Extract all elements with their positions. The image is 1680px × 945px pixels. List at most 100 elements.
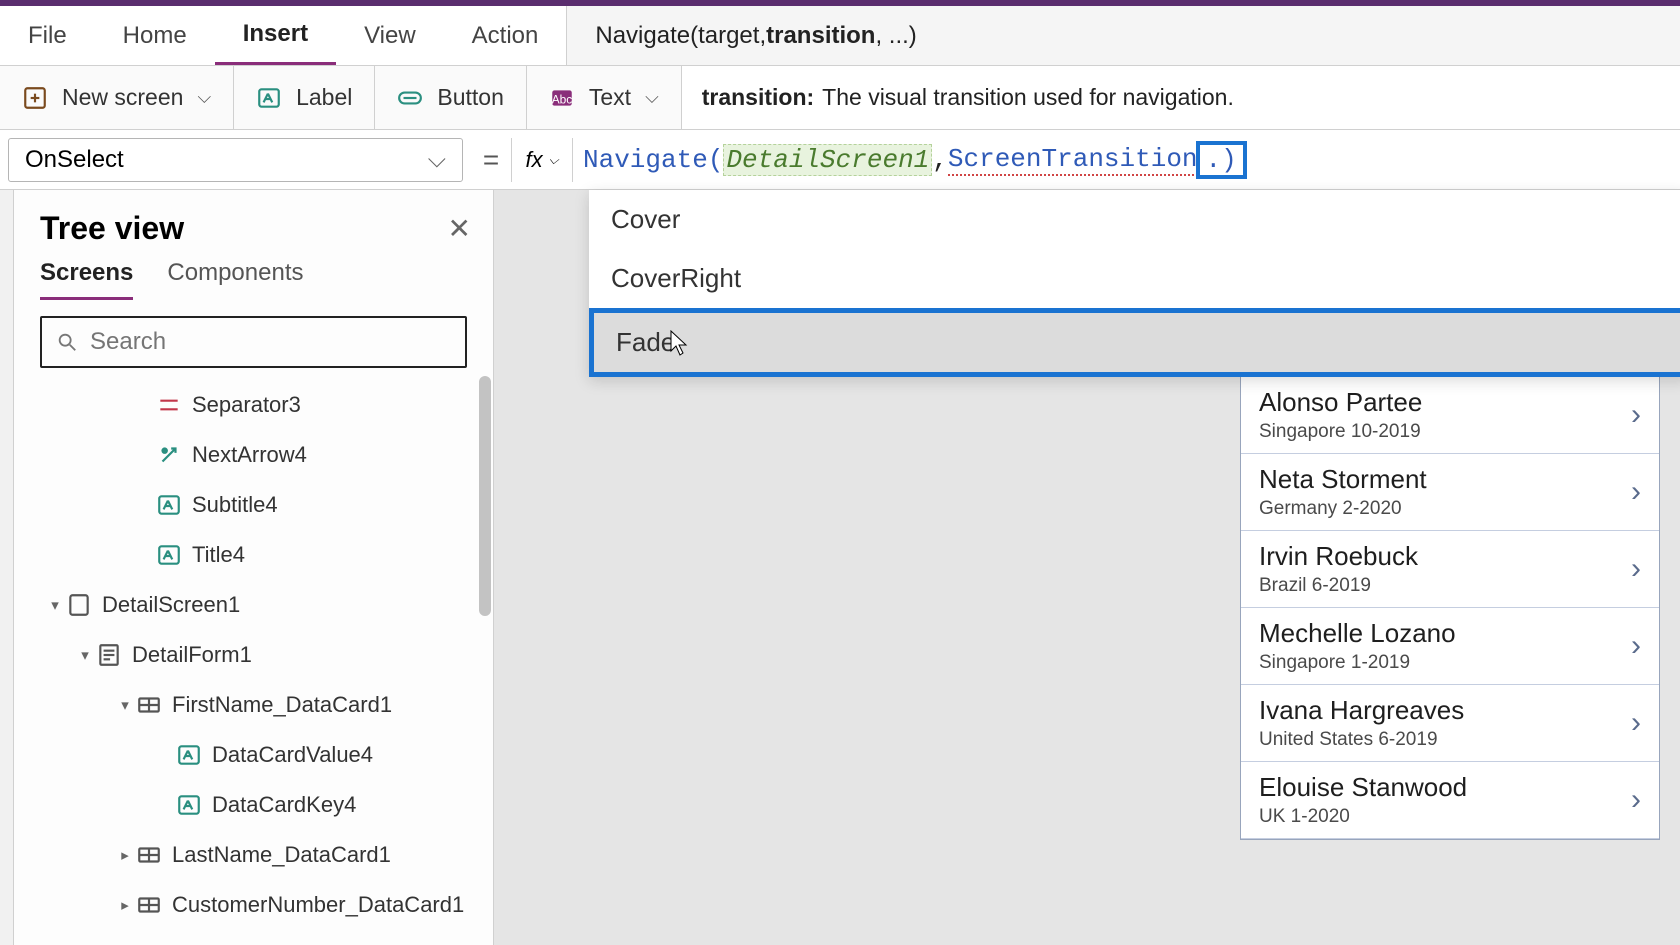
equals-sign: = xyxy=(471,144,511,176)
expand-toggle-icon[interactable]: ▾ xyxy=(74,646,96,664)
tree-node[interactable]: ▾ FirstName_DataCard1 xyxy=(14,680,493,730)
menu-view[interactable]: View xyxy=(336,6,444,65)
gallery-item-subtitle: Germany 2-2020 xyxy=(1259,498,1427,520)
gallery-item-subtitle: Singapore 1-2019 xyxy=(1259,652,1456,674)
tree-node[interactable]: NextArrow4 xyxy=(14,430,493,480)
tree-node-label: DataCardValue4 xyxy=(212,742,373,768)
intellisense-item[interactable]: CoverRight xyxy=(589,249,1680,308)
gallery-item[interactable]: Mechelle Lozano Singapore 1-2019 › xyxy=(1241,608,1659,685)
mouse-cursor-icon xyxy=(670,330,688,356)
search-icon xyxy=(56,331,78,353)
new-screen-icon xyxy=(22,85,48,111)
text-icon: Abc xyxy=(549,85,575,111)
tree-node-label: NextArrow4 xyxy=(192,442,307,468)
tree-search-input[interactable] xyxy=(90,328,451,356)
param-tooltip-desc: The visual transition used for navigatio… xyxy=(822,84,1234,111)
tree-node[interactable]: ▸ LastName_DataCard1 xyxy=(14,830,493,880)
tree-node-label: DetailScreen1 xyxy=(102,592,240,618)
expand-toggle-icon[interactable]: ▸ xyxy=(114,896,136,914)
menu-action[interactable]: Action xyxy=(444,6,567,65)
tree-search[interactable] xyxy=(40,316,467,368)
form-icon xyxy=(96,642,122,668)
chevron-right-icon[interactable]: › xyxy=(1631,629,1641,663)
formula-caret-highlight: .) xyxy=(1196,141,1247,179)
gallery-item[interactable]: Elouise Stanwood UK 1-2020 › xyxy=(1241,762,1659,839)
tree-node[interactable]: DataCardKey4 xyxy=(14,780,493,830)
fx-button[interactable]: fx ⌵ xyxy=(511,138,573,182)
tab-screens[interactable]: Screens xyxy=(40,259,133,300)
tree-node[interactable]: Subtitle4 xyxy=(14,480,493,530)
menu-file[interactable]: File xyxy=(0,6,95,65)
menu-insert[interactable]: Insert xyxy=(215,6,336,65)
formula-arg1: DetailScreen1 xyxy=(723,144,932,176)
arrow-icon xyxy=(156,442,182,468)
insert-label-text: Label xyxy=(296,84,352,111)
formula-arg2: ScreenTransition xyxy=(948,144,1198,176)
gallery-item-subtitle: Singapore 10-2019 xyxy=(1259,421,1422,443)
tree-list: Separator3 NextArrow4 Subtitle4Title4 ▾ Deta… xyxy=(14,376,493,945)
expand-toggle-icon[interactable]: ▾ xyxy=(114,696,136,714)
gallery-item[interactable]: Neta Storment Germany 2-2020 › xyxy=(1241,454,1659,531)
signature-prefix: Navigate(target, xyxy=(595,22,766,50)
gallery-item-subtitle: Brazil 6-2019 xyxy=(1259,575,1418,597)
tab-components[interactable]: Components xyxy=(167,259,303,300)
tree-node[interactable]: ▾ DetailScreen1 xyxy=(14,580,493,630)
tree-node[interactable]: ▾ DetailForm1 xyxy=(14,630,493,680)
tree-node-label: Separator3 xyxy=(192,392,301,418)
intellisense-item[interactable]: Cover xyxy=(589,190,1680,249)
gallery-item-name: Elouise Stanwood xyxy=(1259,772,1467,803)
intellisense-item[interactable]: Fade xyxy=(589,308,1680,377)
tree-node[interactable]: ▸CustomerNumber_DataCard1 xyxy=(14,880,493,930)
tree-view-title: Tree view xyxy=(40,210,184,247)
formula-tail: .) xyxy=(1206,145,1237,175)
insert-label-button[interactable]: Label xyxy=(234,66,375,129)
gallery-item-name: Irvin Roebuck xyxy=(1259,541,1418,572)
formula-input[interactable]: Navigate(DetailScreen1, ScreenTransition… xyxy=(573,138,1680,182)
paren-open: ( xyxy=(708,145,724,175)
label-icon xyxy=(156,492,182,518)
screen-icon xyxy=(66,592,92,618)
left-rail[interactable] xyxy=(0,190,14,945)
signature-suffix: , ...) xyxy=(875,22,916,50)
formula-comma: , xyxy=(932,145,948,175)
chevron-right-icon[interactable]: › xyxy=(1631,706,1641,740)
close-icon[interactable]: ✕ xyxy=(448,212,471,245)
card-icon xyxy=(136,692,162,718)
gallery-item-subtitle: United States 6-2019 xyxy=(1259,729,1464,751)
chevron-right-icon[interactable]: › xyxy=(1631,552,1641,586)
expand-toggle-icon[interactable]: ▾ xyxy=(44,596,66,614)
insert-text-button[interactable]: Abc Text ⌵ xyxy=(527,66,682,129)
scrollbar[interactable] xyxy=(479,376,491,616)
tree-node-label: LastName_DataCard1 xyxy=(172,842,391,868)
chevron-down-icon: ⌵ xyxy=(549,152,559,168)
sep-icon xyxy=(156,392,182,418)
tree-node-label: FirstName_DataCard1 xyxy=(172,692,392,718)
formula-fn: Navigate xyxy=(583,145,708,175)
chevron-right-icon[interactable]: › xyxy=(1631,398,1641,432)
menu-bar: File Home Insert View Action Navigate(ta… xyxy=(0,6,1680,66)
insert-text-text: Text xyxy=(589,84,631,111)
gallery-item[interactable]: Alonso ParteeSingapore 10-2019› xyxy=(1241,377,1659,454)
chevron-right-icon[interactable]: › xyxy=(1631,783,1641,817)
new-screen-button[interactable]: New screen ⌵ xyxy=(0,66,234,129)
gallery-item-name: Mechelle Lozano xyxy=(1259,618,1456,649)
tree-node-label: DetailForm1 xyxy=(132,642,252,668)
gallery-item-subtitle: UK 1-2020 xyxy=(1259,806,1467,828)
expand-toggle-icon[interactable]: ▸ xyxy=(114,846,136,864)
chevron-down-icon: ⌵ xyxy=(645,87,659,108)
chevron-right-icon[interactable]: › xyxy=(1631,475,1641,509)
insert-button-text: Button xyxy=(437,84,504,111)
gallery-item-name: Neta Storment xyxy=(1259,464,1427,495)
tree-node[interactable]: Title4 xyxy=(14,530,493,580)
canvas[interactable]: CoverCoverRightFade Search items Beau Sp… xyxy=(494,190,1680,945)
label-icon xyxy=(256,85,282,111)
gallery-item[interactable]: Ivana HargreavesUnited States 6-2019› xyxy=(1241,685,1659,762)
intellisense-dropdown: CoverCoverRightFade xyxy=(589,190,1680,377)
tree-node[interactable]: Separator3 xyxy=(14,380,493,430)
tree-node[interactable]: DataCardValue4 xyxy=(14,730,493,780)
insert-button-button[interactable]: Button xyxy=(375,66,527,129)
gallery-item[interactable]: Irvin Roebuck Brazil 6-2019 › xyxy=(1241,531,1659,608)
property-name: OnSelect xyxy=(25,146,124,174)
property-dropdown[interactable]: OnSelect ⌵ xyxy=(8,138,463,182)
menu-home[interactable]: Home xyxy=(95,6,215,65)
